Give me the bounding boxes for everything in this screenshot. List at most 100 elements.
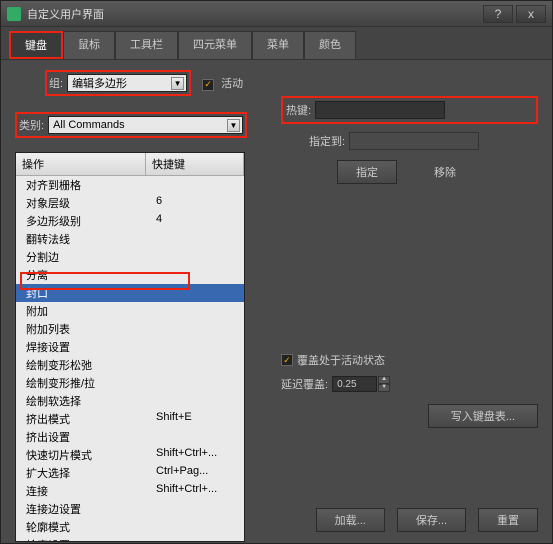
tab-mouse[interactable]: 鼠标 bbox=[63, 31, 115, 59]
app-icon bbox=[7, 7, 21, 21]
list-header: 操作 快捷键 bbox=[16, 153, 244, 176]
delay-spinner[interactable]: 0.25 ▲ ▼ bbox=[332, 376, 390, 392]
tab-menu[interactable]: 菜单 bbox=[252, 31, 304, 59]
cell-shortcut bbox=[146, 537, 244, 541]
assignto-label: 指定到: bbox=[309, 133, 345, 149]
table-row[interactable]: 焊接设置 bbox=[16, 338, 244, 356]
right-panel: 热键: 指定到: 指定 移除 ✓ 覆盖处于活动状态 延迟覆盖: 0.25 bbox=[281, 70, 538, 436]
cell-shortcut bbox=[146, 357, 244, 373]
cell-shortcut bbox=[146, 303, 244, 319]
cell-action: 多边形级别 bbox=[16, 213, 146, 229]
cell-action: 连接 bbox=[16, 483, 146, 499]
table-row[interactable]: 轮廓设置 bbox=[16, 536, 244, 541]
cell-shortcut: Shift+Ctrl+... bbox=[146, 447, 244, 463]
cell-action: 对象层级 bbox=[16, 195, 146, 211]
cell-shortcut bbox=[146, 231, 244, 247]
table-row[interactable]: 绘制软选择 bbox=[16, 392, 244, 410]
override-checkbox[interactable]: ✓ bbox=[281, 354, 293, 366]
cell-action: 分割边 bbox=[16, 249, 146, 265]
spinner-down-icon[interactable]: ▼ bbox=[378, 384, 390, 392]
cell-action: 绘制软选择 bbox=[16, 393, 146, 409]
hotkey-label: 热键: bbox=[286, 102, 311, 118]
active-checkbox[interactable]: ✓ bbox=[202, 79, 214, 91]
table-row[interactable]: 对齐到栅格 bbox=[16, 176, 244, 194]
remove-button[interactable]: 移除 bbox=[415, 160, 475, 184]
cell-action: 快速切片模式 bbox=[16, 447, 146, 463]
cell-action: 连接边设置 bbox=[16, 501, 146, 517]
tab-toolbar[interactable]: 工具栏 bbox=[115, 31, 178, 59]
table-row[interactable]: 封口 bbox=[16, 284, 244, 302]
cell-action: 封口 bbox=[16, 285, 146, 301]
write-button[interactable]: 写入键盘表... bbox=[428, 404, 538, 428]
cell-shortcut: Ctrl+Pag... bbox=[146, 465, 244, 481]
override-label: 覆盖处于活动状态 bbox=[297, 352, 385, 368]
table-row[interactable]: 分离 bbox=[16, 266, 244, 284]
help-button[interactable]: ? bbox=[483, 5, 513, 23]
action-list[interactable]: 操作 快捷键 对齐到栅格对象层级6多边形级别4翻转法线分割边分离封口附加附加列表… bbox=[15, 152, 245, 542]
cell-shortcut bbox=[146, 501, 244, 517]
cell-shortcut bbox=[146, 339, 244, 355]
category-combo[interactable]: All Commands ▼ bbox=[48, 116, 243, 134]
table-row[interactable]: 快速切片模式Shift+Ctrl+... bbox=[16, 446, 244, 464]
title-bar: 自定义用户界面 ? x bbox=[1, 1, 552, 27]
group-value: 编辑多边形 bbox=[72, 75, 127, 91]
table-row[interactable]: 多边形级别4 bbox=[16, 212, 244, 230]
chevron-down-icon: ▼ bbox=[227, 119, 240, 132]
cell-shortcut bbox=[146, 375, 244, 391]
table-row[interactable]: 挤出模式Shift+E bbox=[16, 410, 244, 428]
category-value: All Commands bbox=[53, 119, 125, 131]
tab-quadmenu[interactable]: 四元菜单 bbox=[178, 31, 252, 59]
cell-action: 焊接设置 bbox=[16, 339, 146, 355]
hotkey-input[interactable] bbox=[315, 101, 445, 119]
window-title: 自定义用户界面 bbox=[27, 6, 480, 22]
category-label: 类别: bbox=[19, 117, 44, 133]
cell-shortcut bbox=[146, 267, 244, 283]
panel-body: 组: 编辑多边形 ▼ ✓ 活动 类别: All Commands ▼ 操作 快捷… bbox=[1, 60, 552, 542]
cell-shortcut bbox=[146, 249, 244, 265]
tab-color[interactable]: 颜色 bbox=[304, 31, 356, 59]
table-row[interactable]: 连接Shift+Ctrl+... bbox=[16, 482, 244, 500]
table-row[interactable]: 扩大选择Ctrl+Pag... bbox=[16, 464, 244, 482]
cell-action: 绘制变形推/拉 bbox=[16, 375, 146, 391]
table-row[interactable]: 轮廓模式 bbox=[16, 518, 244, 536]
cell-shortcut bbox=[146, 429, 244, 445]
bottom-buttons: 加载... 保存... 重置 bbox=[316, 508, 538, 532]
table-row[interactable]: 绘制变形推/拉 bbox=[16, 374, 244, 392]
cell-shortcut bbox=[146, 519, 244, 535]
table-row[interactable]: 绘制变形松弛 bbox=[16, 356, 244, 374]
group-label: 组: bbox=[49, 75, 63, 91]
table-row[interactable]: 附加 bbox=[16, 302, 244, 320]
cell-action: 附加 bbox=[16, 303, 146, 319]
cell-shortcut: Shift+E bbox=[146, 411, 244, 427]
table-row[interactable]: 连接边设置 bbox=[16, 500, 244, 518]
cell-action: 翻转法线 bbox=[16, 231, 146, 247]
table-row[interactable]: 附加列表 bbox=[16, 320, 244, 338]
group-combo[interactable]: 编辑多边形 ▼ bbox=[67, 74, 187, 92]
cell-shortcut bbox=[146, 393, 244, 409]
cell-action: 轮廓设置 bbox=[16, 537, 146, 541]
table-row[interactable]: 翻转法线 bbox=[16, 230, 244, 248]
table-row[interactable]: 挤出设置 bbox=[16, 428, 244, 446]
cell-action: 对齐到栅格 bbox=[16, 177, 146, 193]
load-button[interactable]: 加载... bbox=[316, 508, 385, 532]
active-label: 活动 bbox=[221, 78, 243, 90]
table-row[interactable]: 对象层级6 bbox=[16, 194, 244, 212]
list-body[interactable]: 对齐到栅格对象层级6多边形级别4翻转法线分割边分离封口附加附加列表焊接设置绘制变… bbox=[16, 176, 244, 541]
cell-action: 分离 bbox=[16, 267, 146, 283]
reset-button[interactable]: 重置 bbox=[478, 508, 538, 532]
save-button[interactable]: 保存... bbox=[397, 508, 466, 532]
cell-shortcut bbox=[146, 177, 244, 193]
assign-button[interactable]: 指定 bbox=[337, 160, 397, 184]
assignto-box bbox=[349, 132, 479, 150]
tab-keyboard[interactable]: 键盘 bbox=[9, 31, 63, 59]
cell-shortcut bbox=[146, 321, 244, 337]
table-row[interactable]: 分割边 bbox=[16, 248, 244, 266]
cell-shortcut bbox=[146, 285, 244, 301]
tabs: 键盘 鼠标 工具栏 四元菜单 菜单 颜色 bbox=[1, 27, 552, 60]
col-action[interactable]: 操作 bbox=[16, 153, 146, 175]
delay-value[interactable]: 0.25 bbox=[332, 376, 377, 392]
spinner-up-icon[interactable]: ▲ bbox=[378, 376, 390, 384]
col-shortcut[interactable]: 快捷键 bbox=[146, 153, 244, 175]
chevron-down-icon: ▼ bbox=[171, 77, 184, 90]
close-button[interactable]: x bbox=[516, 5, 546, 23]
